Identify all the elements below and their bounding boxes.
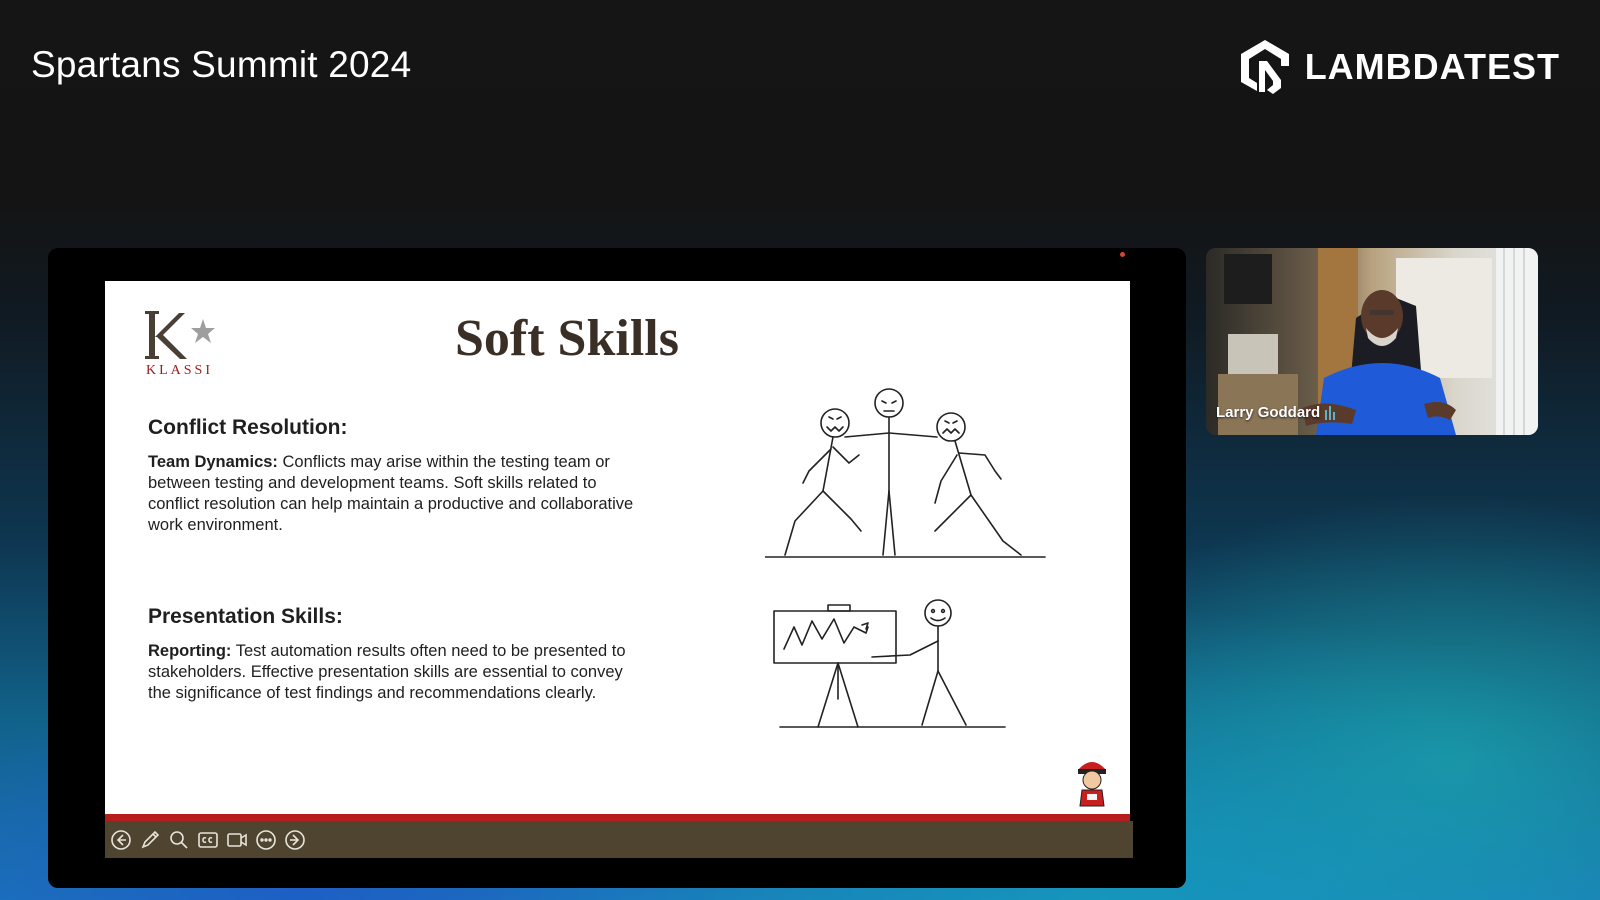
- pen-icon: [141, 830, 159, 848]
- brand-name: LAMBDATEST: [1304, 46, 1560, 87]
- audio-level-icon: [1325, 405, 1336, 420]
- event-title: Spartans Summit 2024: [31, 44, 412, 85]
- lambdatest-logo-icon: [1240, 40, 1289, 94]
- arrow-right-icon: [284, 829, 305, 850]
- presentation-stick-figure-illustration: [773, 599, 1006, 728]
- presenter-name-label: Larry Goddard: [1216, 404, 1336, 421]
- magnifier-icon: [169, 830, 188, 849]
- spartan-mascot-icon: [1078, 762, 1106, 807]
- pen-tool-button[interactable]: [137, 827, 162, 852]
- previous-slide-button[interactable]: [108, 827, 133, 852]
- klassi-wordmark: KLASSI: [146, 363, 214, 378]
- recording-dot: [1120, 252, 1125, 257]
- camera-button[interactable]: [224, 827, 249, 852]
- section-heading-presentation: Presentation Skills:: [148, 605, 343, 628]
- presenter-video-tile[interactable]: Larry Goddard: [1206, 248, 1538, 435]
- section-lead-conflict: Team Dynamics:: [148, 453, 278, 471]
- slide-footer-bar: [105, 814, 1130, 821]
- presentation-slide: KLASSI Soft Skills Conflict Resolution: …: [105, 281, 1130, 818]
- more-options-button[interactable]: [253, 827, 278, 852]
- section-body-presentation: Reporting: Test automation results often…: [148, 641, 638, 704]
- zoom-button[interactable]: [166, 827, 191, 852]
- next-slide-button[interactable]: [282, 827, 307, 852]
- section-lead-presentation: Reporting:: [148, 642, 232, 660]
- slide-title: Soft Skills: [455, 310, 679, 367]
- slideshow-control-bar: [105, 821, 1133, 858]
- captions-button[interactable]: [195, 827, 220, 852]
- conflict-stick-figures-illustration: [765, 388, 1046, 558]
- screen-share-panel: KLASSI Soft Skills Conflict Resolution: …: [48, 248, 1186, 888]
- section-heading-conflict: Conflict Resolution:: [148, 416, 348, 439]
- presenter-name: Larry Goddard: [1216, 404, 1321, 421]
- closed-captions-icon: [197, 831, 218, 848]
- arrow-left-icon: [110, 829, 131, 850]
- video-camera-icon: [226, 832, 247, 847]
- brand-logo: LAMBDATEST: [1237, 36, 1560, 98]
- section-body-conflict: Team Dynamics: Conflicts may arise withi…: [148, 452, 638, 536]
- more-dots-icon: [255, 829, 276, 850]
